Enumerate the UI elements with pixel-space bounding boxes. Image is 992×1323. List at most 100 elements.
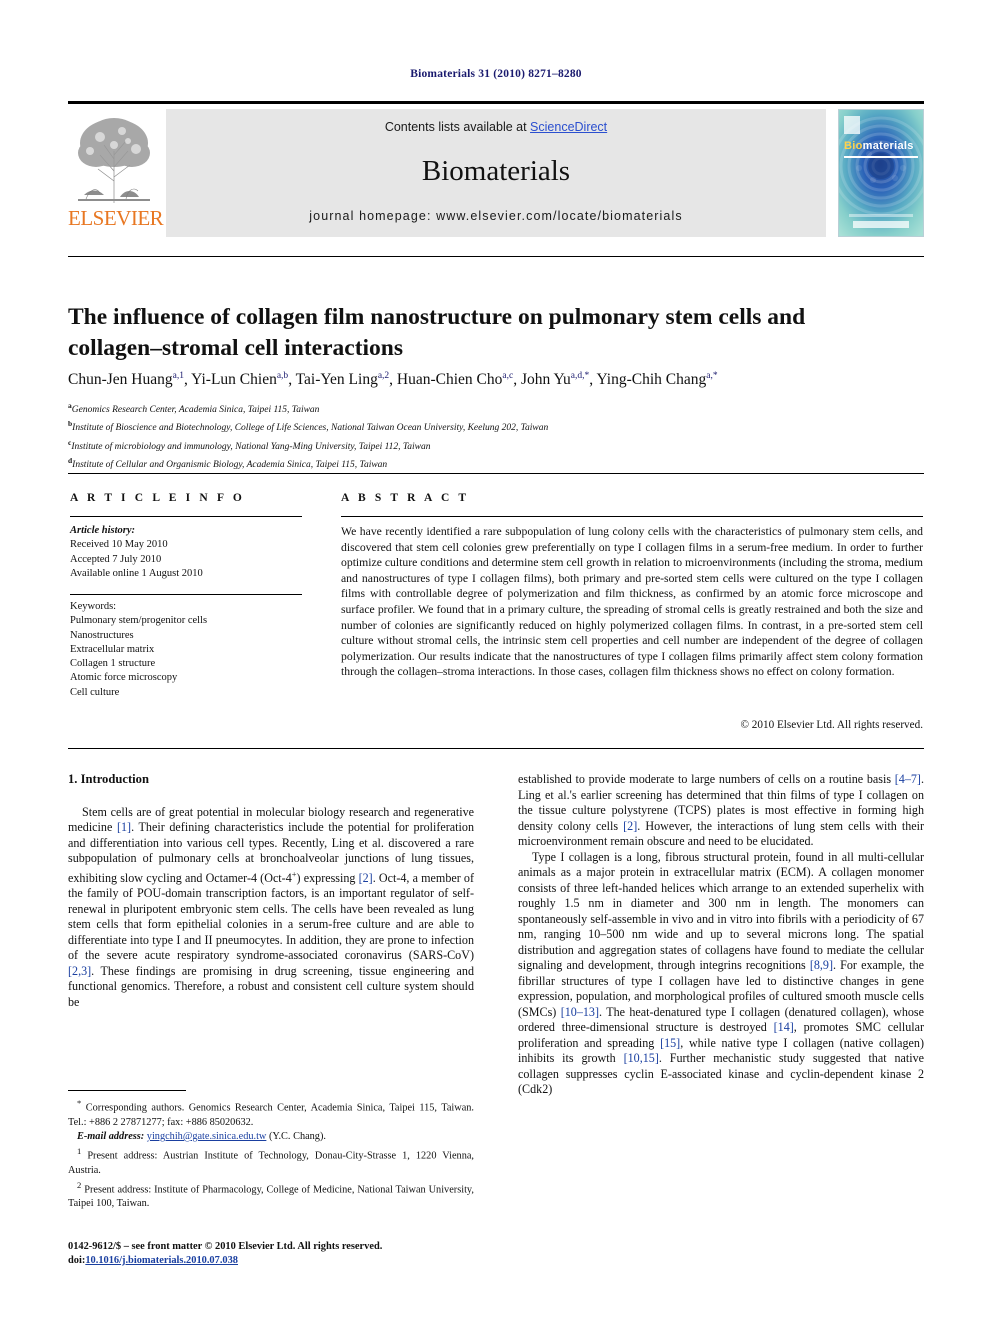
footnote-corresponding: * Corresponding authors. Genomics Resear… [68,1096,474,1130]
page-footer: 0142-9612/$ – see front matter © 2010 El… [68,1240,528,1267]
elsevier-tree-icon [70,111,158,207]
contents-available-line: Contents lists available at ScienceDirec… [166,120,826,134]
cover-footer-line [849,214,913,217]
article-info-rule [70,516,302,517]
author-name: Huan-Chien Cho [396,371,503,389]
cover-elsevier-logo-icon [844,116,860,134]
author-list: Chun-Jen Huanga,1, Yi-Lun Chiena,b, Tai-… [68,371,928,389]
elsevier-wordmark: ELSEVIER [68,206,164,230]
doi-line: doi:10.1016/j.biomaterials.2010.07.038 [68,1254,528,1268]
citation-ref[interactable]: [10,15] [624,1051,659,1065]
masthead-top-rule [68,101,924,104]
author-affil-marks: a,2 [377,371,390,381]
citation-ref[interactable]: [2] [623,819,637,833]
affiliation-text: Institute of microbiology and immunology… [71,441,431,452]
history-item: Available online 1 August 2010 [70,567,203,579]
affiliation-text: Institute of Bioscience and Biotechnolog… [72,423,549,434]
citation-ref[interactable]: [15] [660,1036,680,1050]
front-matter-line: 0142-9612/$ – see front matter © 2010 El… [68,1241,383,1252]
abstract-text: We have recently identified a rare subpo… [341,525,923,679]
citation-ref[interactable]: [4–7] [895,772,921,786]
affiliation-item: dInstitute of Cellular and Organismic Bi… [68,454,928,472]
paragraph: established to provide moderate to large… [518,772,924,850]
footnote-text: Present address: Austrian Institute of T… [68,1150,474,1176]
citation-ref[interactable]: [2,3] [68,964,91,978]
body-column-right: established to provide moderate to large… [518,772,924,1098]
footnote-text: Corresponding authors. Genomics Research… [68,1102,474,1128]
text-run: established to provide moderate to large… [518,772,895,786]
keyword-item[interactable]: Nanostructures [70,629,310,643]
doi-link[interactable]: 10.1016/j.biomaterials.2010.07.038 [85,1255,238,1266]
history-item: Received 10 May 2010 [70,539,168,551]
article-history-block: Article history: Received 10 May 2010 Ac… [70,524,310,581]
author-name: Chun-Jen Huang [68,371,173,389]
affiliation-item: bInstitute of Bioscience and Biotechnolo… [68,417,928,435]
elsevier-logo[interactable]: ELSEVIER [68,109,164,237]
abstract-heading: A B S T R A C T [341,492,470,504]
info-band-top-rule [68,473,924,474]
section-heading-introduction: 1. Introduction [68,772,149,786]
author-affil-marks: a,b [276,371,289,381]
author-affil-marks: a,d,* [570,371,590,381]
cover-journal-title: Biomaterials [844,140,914,152]
footnote-text: Present address: Institute of Pharmacolo… [68,1184,474,1210]
cover-title-rule [844,156,918,158]
citation-ref[interactable]: [10–13] [561,1005,599,1019]
sciencedirect-link[interactable]: ScienceDirect [530,120,607,134]
contents-prefix: Contents lists available at [384,120,531,134]
footnote-block: * Corresponding authors. Genomics Resear… [68,1096,474,1212]
author-name: Tai-Yen Ling [295,371,378,389]
author-affil-marks: a,* [706,371,718,381]
keyword-item[interactable]: Extracellular matrix [70,643,310,657]
author-name: John Yu [520,371,571,389]
footnote-text: (Y.C. Chang). [266,1130,326,1142]
article-page: Biomaterials 31 (2010) 8271–8280 ELSEVIE… [0,0,992,1323]
author[interactable]: Tai-Yen Linga,2 [296,371,390,388]
author[interactable]: John Yua,d,* [521,371,589,388]
cover-footer-badge [853,221,909,228]
keywords-block: Keywords: Pulmonary stem/progenitor cell… [70,600,310,700]
paragraph: Stem cells are of great potential in mol… [68,805,474,1011]
author[interactable]: Ying-Chih Changa,* [596,371,717,388]
keyword-item[interactable]: Cell culture [70,686,310,700]
keywords-label: Keywords: [70,601,117,612]
article-history-label: Article history: [70,525,136,536]
journal-homepage-link[interactable]: journal homepage: www.elsevier.com/locat… [166,209,826,223]
journal-cover-thumbnail[interactable]: Biomaterials [838,109,924,237]
citation-ref[interactable]: [1] [117,820,131,834]
author[interactable]: Chun-Jen Huanga,1 [68,371,184,388]
footnote-2: 2 Present address: Institute of Pharmaco… [68,1178,474,1212]
affiliation-text: Institute of Cellular and Organismic Bio… [72,460,388,471]
affiliation-item: aGenomics Research Center, Academia Sini… [68,399,928,417]
keyword-item[interactable]: Atomic force microscopy [70,671,310,685]
citation-ref[interactable]: [8,9] [810,958,833,972]
keyword-item[interactable]: Collagen 1 structure [70,657,310,671]
author-affil-marks: a,c [502,371,514,381]
citation-ref[interactable]: [14] [774,1020,794,1034]
affiliation-item: cInstitute of microbiology and immunolog… [68,436,928,454]
author[interactable]: Huan-Chien Choa,c [397,371,513,388]
page-title: The influence of collagen film nanostruc… [68,303,806,361]
abstract-rule [341,516,923,517]
doi-label: doi: [68,1254,86,1266]
affiliation-text: Genomics Research Center, Academia Sinic… [71,405,320,416]
author-sep: , [389,371,397,389]
paragraph: Type I collagen is a long, fibrous struc… [518,850,924,1098]
cover-title-bio: Bio [844,140,863,152]
author[interactable]: Yi-Lun Chiena,b [191,371,288,388]
text-run: Type I collagen is a long, fibrous struc… [518,849,924,973]
author-sep: , [288,371,296,389]
title-separator-rule [68,256,924,257]
citation-ref[interactable]: [2] [359,871,373,885]
journal-band: Contents lists available at ScienceDirec… [166,109,826,237]
abstract-copyright: © 2010 Elsevier Ltd. All rights reserved… [740,719,924,731]
body-column-left: 1. Introduction Stem cells are of great … [68,772,474,1010]
email-link[interactable]: yingchih@gate.sinica.edu.tw [147,1131,267,1142]
affiliation-list: aGenomics Research Center, Academia Sini… [68,399,928,472]
keyword-item[interactable]: Pulmonary stem/progenitor cells [70,614,310,628]
text-run: . These findings are promising in drug s… [68,963,474,1009]
keywords-top-rule [70,594,302,595]
cover-title-materials: materials [862,140,914,152]
author-name: Yi-Lun Chien [191,371,277,389]
journal-masthead: ELSEVIER Contents lists available at Sci… [68,101,924,237]
